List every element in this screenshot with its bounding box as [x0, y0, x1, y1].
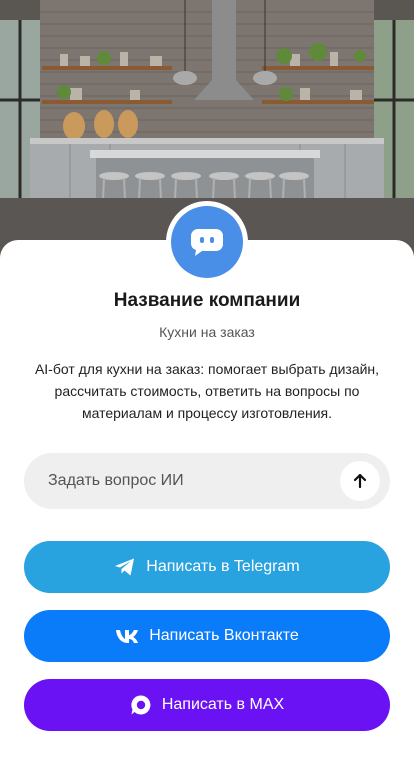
max-icon: [130, 694, 152, 716]
company-description: AI-бот для кухни на заказ: помогает выбр…: [34, 361, 380, 421]
max-button[interactable]: Написать в MAX: [24, 679, 390, 731]
vk-button-label: Написать Вконтакте: [149, 627, 299, 644]
telegram-button[interactable]: Написать в Telegram: [24, 541, 390, 593]
arrow-up-icon: [353, 473, 367, 489]
screen: Название компании Кухни на заказ AI-бот …: [0, 0, 414, 770]
vk-icon: [115, 628, 139, 644]
ask-ai-field: [24, 453, 390, 509]
telegram-icon: [114, 557, 136, 577]
telegram-button-label: Написать в Telegram: [146, 558, 300, 575]
vk-button[interactable]: Написать Вконтакте: [24, 610, 390, 662]
send-button[interactable]: [340, 461, 380, 501]
chat-bot-icon: [191, 229, 223, 256]
ask-ai-input[interactable]: [48, 472, 328, 490]
company-name: Название компании: [113, 290, 301, 311]
avatar: [171, 206, 243, 278]
company-subtitle: Кухни на заказ: [159, 324, 255, 340]
max-button-label: Написать в MAX: [161, 696, 285, 713]
